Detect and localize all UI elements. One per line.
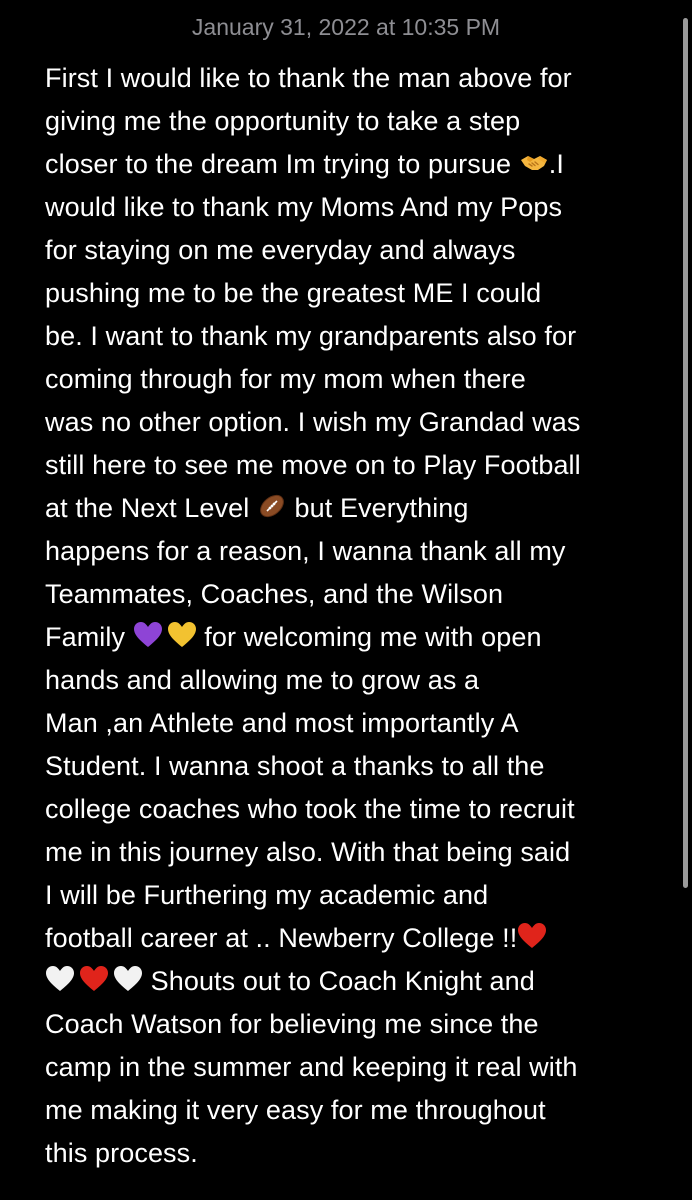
white-heart-icon [45, 964, 75, 994]
note-line: Shouts out to Coach Knight and [45, 960, 660, 1003]
note-line: Teammates, Coaches, and the Wilson [45, 579, 504, 609]
note-line: Student. I wanna shoot a thanks to all t… [45, 751, 545, 781]
note-line: giving me the opportunity to take a step [45, 106, 521, 136]
note-body-text[interactable]: First I would like to thank the man abov… [45, 57, 660, 1175]
note-line: Coach Watson for believing me since the [45, 1009, 539, 1039]
note-line: college coaches who took the time to rec… [45, 794, 575, 824]
note-line-text: Shouts out to Coach Knight and [143, 966, 535, 996]
note-line: Man ,an Athlete and most importantly A [45, 708, 519, 738]
note-line: me making it very easy for me throughout [45, 1095, 546, 1125]
note-line: Family for welcoming me with open [45, 616, 660, 659]
handshake-icon [519, 147, 549, 177]
note-line-text: .I [548, 149, 564, 179]
note-line: be. I want to thank my grandparents also… [45, 321, 577, 351]
football-icon [257, 491, 287, 521]
note-line: for staying on me everyday and always [45, 235, 516, 265]
note-line: I will be Furthering my academic and [45, 880, 489, 910]
yellow-heart-icon [167, 620, 197, 650]
note-line: closer to the dream Im trying to pursue … [45, 143, 660, 186]
note-line: coming through for my mom when there [45, 364, 526, 394]
note-line-text: at the Next Level [45, 493, 257, 523]
note-line: hands and allowing me to grow as a [45, 665, 480, 695]
note-line: First I would like to thank the man abov… [45, 63, 572, 93]
note-line-text: football career at .. Newberry College !… [45, 923, 518, 953]
vertical-scrollbar[interactable] [683, 18, 688, 888]
note-line-text: closer to the dream Im trying to pursue [45, 149, 519, 179]
note-timestamp: January 31, 2022 at 10:35 PM [191, 14, 501, 40]
note-line: was no other option. I wish my Grandad w… [45, 407, 581, 437]
note-line: at the Next Level but Everything [45, 487, 660, 530]
note-line: camp in the summer and keeping it real w… [45, 1052, 578, 1082]
note-line-text: but Everything [286, 493, 469, 523]
note-line: football career at .. Newberry College !… [45, 917, 660, 960]
red-heart-icon [517, 921, 547, 951]
note-line: me in this journey also. With that being… [45, 837, 571, 867]
note-line: still here to see me move on to Play Foo… [45, 450, 581, 480]
note-line-text: for welcoming me with open [196, 622, 542, 652]
note-line: pushing me to be the greatest ME I could [45, 278, 542, 308]
red-heart-icon [79, 964, 109, 994]
note-line: happens for a reason, I wanna thank all … [45, 536, 566, 566]
note-line-text: Family [45, 622, 133, 652]
white-heart-icon [113, 964, 143, 994]
purple-heart-icon [133, 620, 163, 650]
note-line: this process. [45, 1138, 198, 1168]
note-line: would like to thank my Moms And my Pops [45, 192, 563, 222]
